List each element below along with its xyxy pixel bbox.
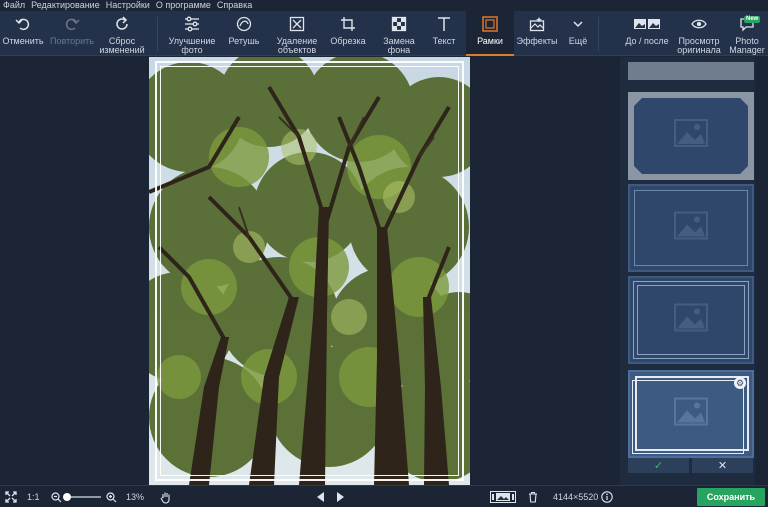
zoom-level: 13%	[126, 492, 145, 502]
text-icon	[436, 11, 452, 37]
eye-icon	[691, 11, 707, 37]
pan-tool-button[interactable]	[160, 486, 172, 507]
menu-bar: Файл Редактирование Настройки О программ…	[0, 0, 768, 11]
background-replace-icon	[391, 11, 407, 37]
image-placeholder-icon	[674, 211, 708, 245]
image-placeholder-icon	[674, 303, 708, 337]
edited-photo	[149, 57, 470, 485]
chat-bubble-icon	[739, 11, 755, 37]
zoom-in-button[interactable]	[106, 486, 117, 507]
frame-thumbnail-thin-border[interactable]	[628, 184, 754, 272]
gear-icon[interactable]: ⚙	[734, 377, 746, 389]
frame-icon	[482, 11, 498, 37]
main-toolbar: Отменить Повторить Сброс изменений Улучш…	[0, 11, 768, 56]
undo-button[interactable]: Отменить	[0, 11, 46, 56]
retouch-icon	[236, 11, 252, 37]
panel-scrollbar[interactable]	[755, 57, 768, 485]
bottom-bar: 1:1 13% 4144×5520 Сохранить	[0, 485, 768, 507]
image-placeholder-icon	[674, 397, 708, 431]
tool-crop[interactable]: Обрезка	[326, 11, 370, 56]
chevron-down-icon	[572, 11, 584, 37]
tool-background-replace[interactable]: Замена фона	[376, 11, 422, 56]
frame-thumbnail-double-border[interactable]	[628, 276, 754, 364]
new-badge: New	[744, 16, 761, 23]
frame-thumbnail-selected[interactable]: ⚙	[628, 370, 754, 458]
before-after-icon	[633, 11, 661, 37]
actual-size-button[interactable]: 1:1	[27, 486, 40, 507]
image-info-button[interactable]	[601, 486, 613, 507]
tool-frames[interactable]: Рамки	[466, 11, 514, 56]
filmstrip-button[interactable]	[490, 486, 516, 507]
tool-object-removal[interactable]: Удаление объектов	[272, 11, 322, 56]
next-arrow-icon	[337, 492, 344, 502]
zoom-out-button[interactable]	[51, 486, 62, 507]
frame-thumbnail-octagon[interactable]	[628, 92, 754, 180]
crop-icon	[340, 11, 356, 37]
menu-help[interactable]: Справка	[217, 0, 252, 11]
photo-manager-button[interactable]: New Photo Manager	[726, 11, 768, 56]
tool-text[interactable]: Текст	[424, 11, 464, 56]
hand-icon	[160, 492, 170, 504]
menu-edit[interactable]: Редактирование	[31, 0, 100, 11]
octagon-frame-preview	[634, 98, 748, 174]
frame-thumbnail-partial[interactable]	[628, 62, 754, 80]
sliders-icon	[184, 11, 200, 37]
frames-panel: ⚙ ✓ ✕	[620, 57, 768, 485]
tool-retouch[interactable]: Ретушь	[222, 11, 266, 56]
redo-button[interactable]: Повторить	[48, 11, 96, 56]
previous-photo-button[interactable]	[317, 486, 325, 507]
redo-icon	[64, 11, 80, 37]
delete-button[interactable]	[528, 486, 538, 507]
menu-file[interactable]: Файл	[3, 0, 25, 11]
editor-canvas[interactable]	[0, 57, 620, 485]
close-icon: ✕	[717, 460, 728, 472]
apply-button[interactable]: ✓	[628, 458, 689, 473]
zoom-in-icon	[106, 491, 117, 502]
fit-to-screen-button[interactable]	[5, 486, 17, 507]
reset-icon	[114, 11, 130, 37]
zoom-out-icon	[51, 491, 62, 502]
tool-enhance[interactable]: Улучшение фото	[166, 11, 218, 56]
checkmark-icon: ✓	[653, 460, 664, 472]
zoom-slider-handle[interactable]	[63, 493, 71, 501]
undo-icon	[15, 11, 31, 37]
tool-effects[interactable]: Эффекты	[516, 11, 558, 56]
fullscreen-icon	[5, 491, 17, 503]
menu-settings[interactable]: Настройки	[106, 0, 150, 11]
save-button[interactable]: Сохранить	[697, 488, 765, 506]
image-dimensions: 4144×5520	[553, 492, 599, 502]
more-tools-button[interactable]: Ещё	[560, 11, 596, 56]
toolbar-separator	[598, 17, 599, 51]
menu-about[interactable]: О программе	[156, 0, 211, 11]
view-original-button[interactable]: Просмотр оригинала	[676, 11, 722, 56]
cancel-button[interactable]: ✕	[692, 458, 753, 473]
filmstrip-icon	[490, 491, 516, 503]
prev-arrow-icon	[317, 492, 324, 502]
before-after-button[interactable]: До / после	[620, 11, 674, 56]
next-photo-button[interactable]	[336, 486, 344, 507]
reset-button[interactable]: Сброс изменений	[98, 11, 146, 56]
info-icon	[601, 491, 613, 503]
toolbar-separator	[157, 17, 158, 51]
effects-icon	[529, 11, 545, 37]
trash-icon	[529, 491, 537, 503]
frame-border-inner	[160, 66, 459, 476]
object-removal-icon	[289, 11, 305, 37]
